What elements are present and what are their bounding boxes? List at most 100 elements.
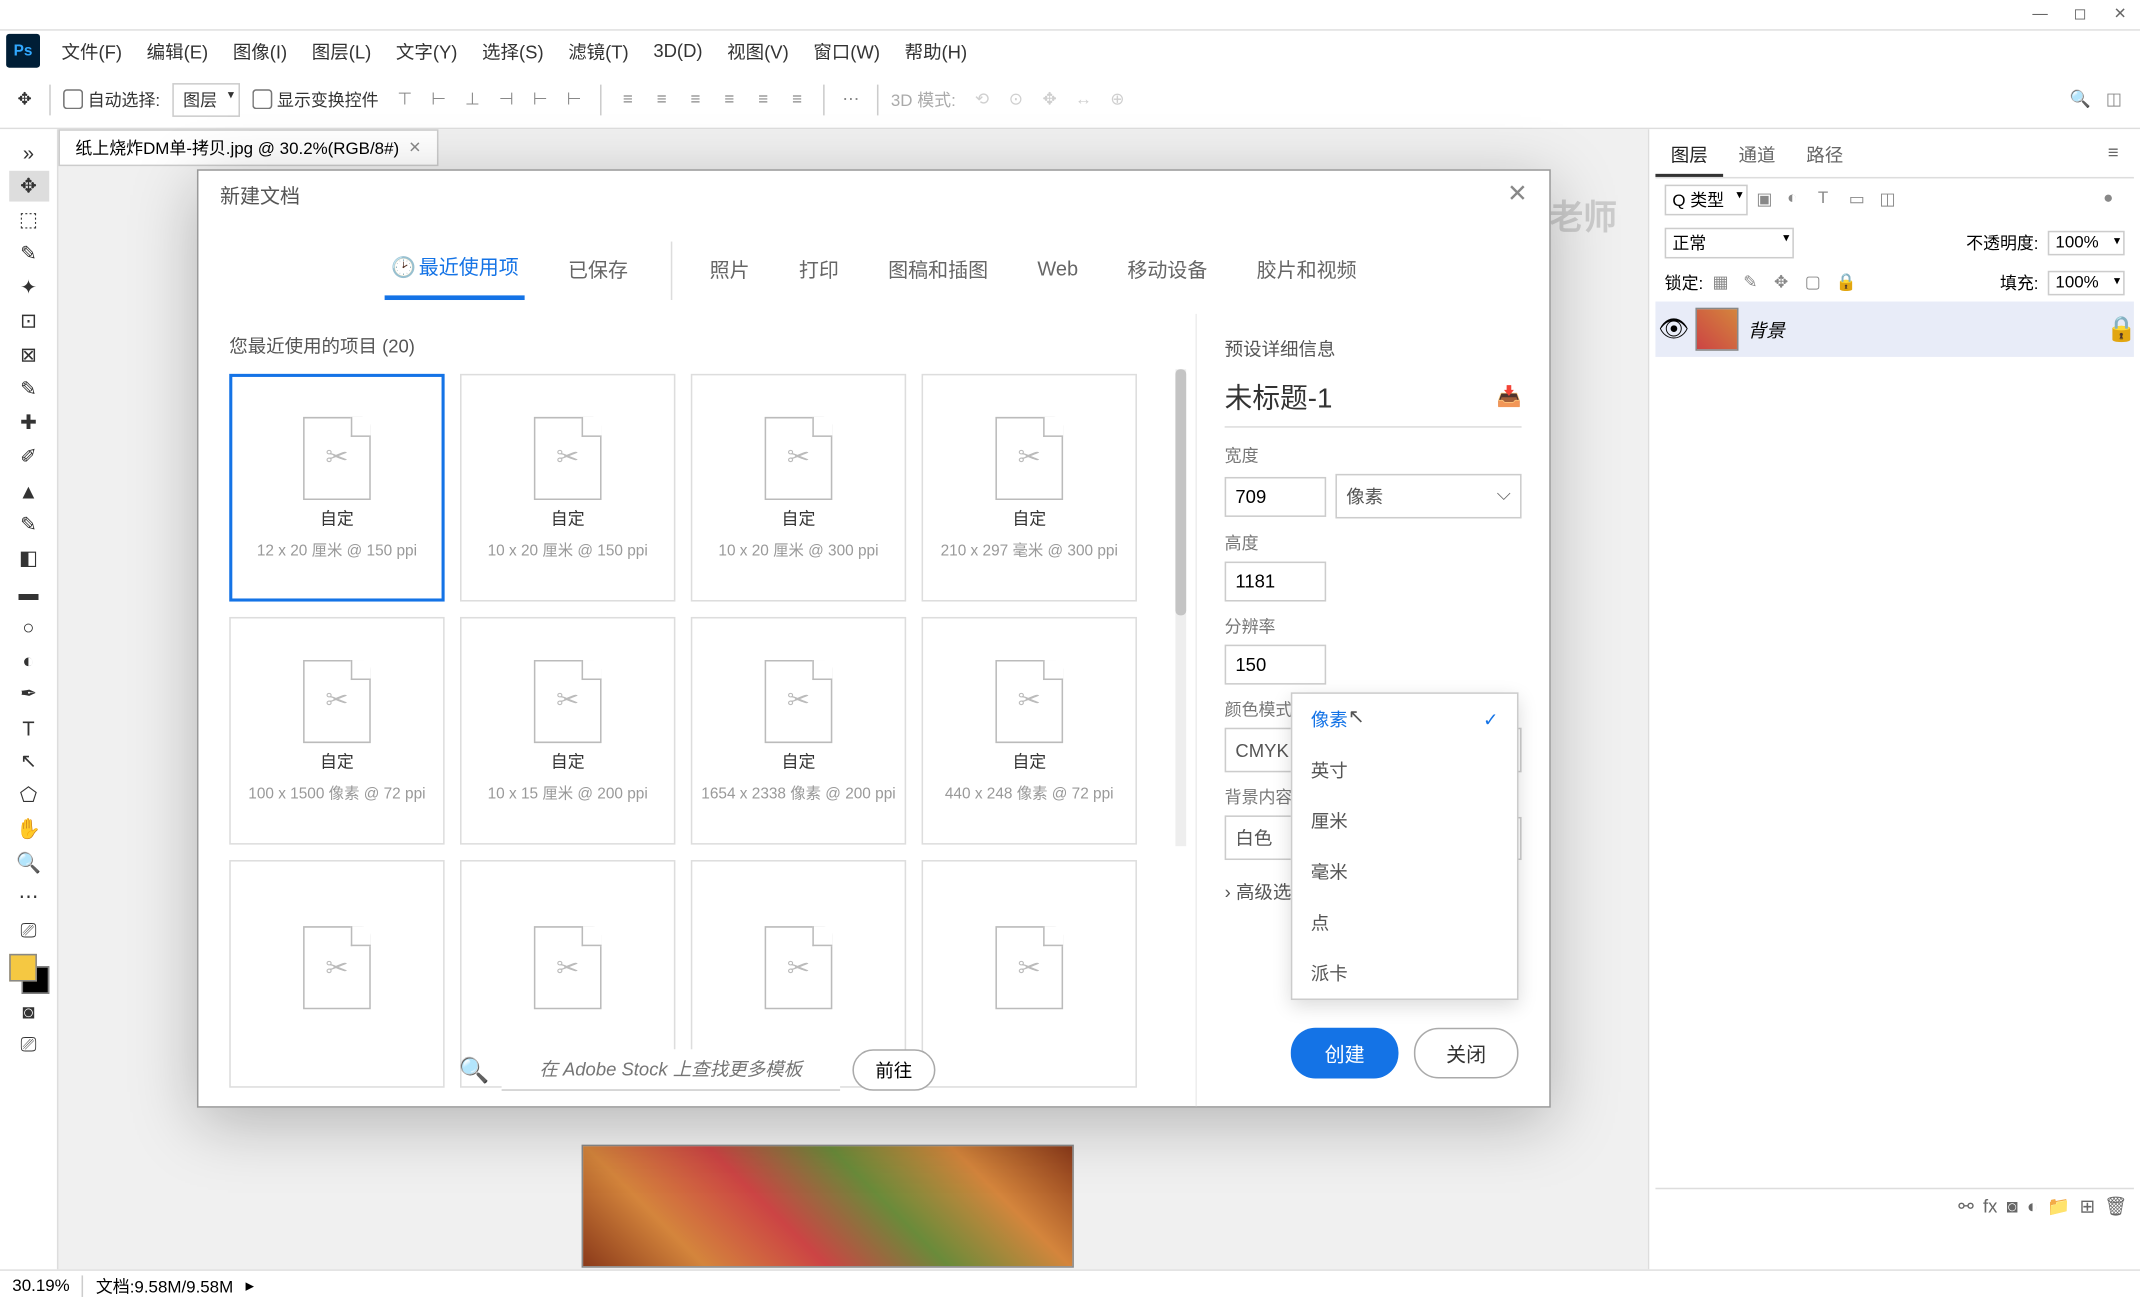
filter-toggle-icon[interactable]: ● — [2103, 189, 2125, 211]
zoom-tool[interactable]: 🔍 — [8, 848, 48, 879]
more-tools[interactable]: ⋯ — [8, 882, 48, 913]
preset-item[interactable]: ✂ 自定 440 x 248 像素 @ 72 ppi — [922, 617, 1137, 845]
create-button[interactable]: 创建 — [1291, 1028, 1399, 1079]
preset-item[interactable]: ✂ 自定 10 x 20 厘米 @ 150 ppi — [460, 374, 675, 602]
gradient-tool[interactable]: ▬ — [8, 577, 48, 608]
path-select-tool[interactable]: ↖ — [8, 746, 48, 777]
move-tool[interactable]: ✥ — [8, 171, 48, 202]
dodge-tool[interactable]: ◐ — [8, 645, 48, 676]
menu-image[interactable]: 图像(I) — [221, 31, 300, 71]
preset-item[interactable]: ✂ — [229, 860, 444, 1088]
unit-option-mm[interactable]: 毫米 — [1292, 846, 1517, 897]
unit-option-cm[interactable]: 厘米 — [1292, 795, 1517, 846]
menu-window[interactable]: 窗口(W) — [801, 31, 892, 71]
preset-item[interactable]: ✂ 自定 1654 x 2338 像素 @ 200 ppi — [691, 617, 906, 845]
adjustment-layer-icon[interactable]: ◐ — [2027, 1195, 2038, 1217]
preset-item[interactable]: ✂ 自定 10 x 20 厘米 @ 300 ppi — [691, 374, 906, 602]
dialog-tab-web[interactable]: Web — [1031, 242, 1084, 300]
opacity-input[interactable]: 100% — [2048, 231, 2125, 256]
distribute-left-icon[interactable]: ≡ — [715, 85, 743, 113]
distribute-top-icon[interactable]: ≡ — [614, 85, 642, 113]
filter-smart-icon[interactable]: ◫ — [1879, 189, 1901, 211]
panel-menu-icon[interactable]: ≡ — [2092, 135, 2134, 177]
zoom-level[interactable]: 30.19% — [12, 1276, 69, 1294]
layer-fx-icon[interactable]: fx — [1983, 1195, 1997, 1217]
align-top-icon[interactable]: ⊤ — [391, 85, 419, 113]
align-left-icon[interactable]: ⊣ — [492, 85, 520, 113]
filter-adjust-icon[interactable]: ◐ — [1787, 189, 1809, 211]
panel-tab-channels[interactable]: 通道 — [1723, 135, 1791, 177]
dialog-tab-recent[interactable]: 🕑最近使用项 — [385, 242, 525, 300]
align-hcenter-icon[interactable]: ⊢ — [526, 85, 554, 113]
link-layers-icon[interactable]: ⚯ — [1958, 1195, 1973, 1217]
menu-help[interactable]: 帮助(H) — [892, 31, 979, 71]
eraser-tool[interactable]: ◧ — [8, 543, 48, 574]
distribute-right-icon[interactable]: ≡ — [783, 85, 811, 113]
filter-image-icon[interactable]: ▣ — [1756, 189, 1778, 211]
width-unit-dropdown[interactable]: 像素 — [1335, 474, 1521, 519]
new-layer-icon[interactable]: ⊞ — [2080, 1195, 2095, 1217]
dialog-tab-film[interactable]: 胶片和视频 — [1250, 242, 1362, 300]
layer-filter-dropdown[interactable]: Q 类型 — [1665, 185, 1748, 216]
menu-edit[interactable]: 编辑(E) — [134, 31, 220, 71]
dialog-tab-art[interactable]: 图稿和插图 — [882, 242, 994, 300]
distribute-vcenter-icon[interactable]: ≡ — [648, 85, 676, 113]
menu-select[interactable]: 选择(S) — [470, 31, 556, 71]
healing-tool[interactable]: ✚ — [8, 408, 48, 439]
preset-item[interactable]: ✂ 自定 10 x 15 厘米 @ 200 ppi — [460, 617, 675, 845]
filter-shape-icon[interactable]: ▭ — [1849, 189, 1871, 211]
search-icon[interactable]: 🔍 — [2066, 85, 2094, 113]
document-tab[interactable]: 纸上烧炸DM单-拷贝.jpg @ 30.2%(RGB/8#) ✕ — [58, 129, 438, 166]
maximize-button[interactable]: ◻ — [2060, 0, 2100, 28]
frame-tool[interactable]: ⊠ — [8, 340, 48, 371]
lock-position-icon[interactable]: ✥ — [1774, 272, 1796, 294]
lock-transparency-icon[interactable]: ▦ — [1712, 272, 1734, 294]
autoselect-target-dropdown[interactable]: 图层 — [172, 82, 240, 116]
lock-all-icon[interactable]: 🔒 — [1836, 272, 1858, 294]
width-input[interactable] — [1225, 476, 1327, 516]
distribute-hcenter-icon[interactable]: ≡ — [749, 85, 777, 113]
unit-option-points[interactable]: 点 — [1292, 897, 1517, 948]
filter-type-icon[interactable]: T — [1818, 189, 1840, 211]
quick-select-tool[interactable]: ✦ — [8, 272, 48, 303]
align-right-icon[interactable]: ⊢ — [560, 85, 588, 113]
doc-size[interactable]: 文档:9.58M/9.58M — [96, 1273, 233, 1298]
resolution-input[interactable] — [1225, 645, 1327, 685]
stock-search-input[interactable] — [501, 1049, 839, 1091]
preset-scrollbar[interactable] — [1175, 369, 1186, 846]
edit-toolbar[interactable]: ⎚ — [8, 915, 48, 946]
menu-layer[interactable]: 图层(L) — [299, 31, 383, 71]
stock-go-button[interactable]: 前往 — [852, 1049, 935, 1091]
dialog-close-icon[interactable]: ✕ — [1507, 178, 1528, 209]
panel-tab-paths[interactable]: 路径 — [1791, 135, 1859, 177]
color-swatches[interactable] — [8, 954, 48, 994]
minimize-button[interactable]: — — [2020, 0, 2060, 28]
lock-pixels-icon[interactable]: ✎ — [1743, 272, 1765, 294]
panel-tab-layers[interactable]: 图层 — [1655, 135, 1723, 177]
dialog-tab-mobile[interactable]: 移动设备 — [1121, 242, 1213, 300]
screen-mode-tool[interactable]: ⎚ — [8, 1029, 48, 1060]
collapse-icon[interactable]: » — [8, 137, 48, 168]
workspace-icon[interactable]: ◫ — [2100, 85, 2128, 113]
marquee-tool[interactable]: ⬚ — [8, 205, 48, 236]
shape-tool[interactable]: ⬠ — [8, 780, 48, 811]
menu-filter[interactable]: 滤镜(T) — [556, 31, 641, 71]
align-bottom-icon[interactable]: ⊥ — [459, 85, 487, 113]
visibility-eye-icon[interactable]: 👁 — [1662, 317, 1687, 342]
unit-option-inches[interactable]: 英寸 — [1292, 745, 1517, 796]
dialog-tab-photo[interactable]: 照片 — [671, 242, 756, 300]
distribute-bottom-icon[interactable]: ≡ — [682, 85, 710, 113]
close-window-button[interactable]: ✕ — [2100, 0, 2140, 28]
layer-group-icon[interactable]: 📁 — [2047, 1195, 2070, 1217]
stamp-tool[interactable]: ▲ — [8, 475, 48, 506]
status-arrow-icon[interactable]: ▸ — [246, 1275, 255, 1295]
align-vcenter-icon[interactable]: ⊢ — [425, 85, 453, 113]
more-align-icon[interactable]: ⋯ — [837, 85, 865, 113]
preset-item[interactable]: ✂ 自定 100 x 1500 像素 @ 72 ppi — [229, 617, 444, 845]
pen-tool[interactable]: ✒ — [8, 678, 48, 709]
dialog-tab-saved[interactable]: 已保存 — [562, 242, 634, 300]
blend-mode-dropdown[interactable]: 正常 — [1665, 228, 1794, 259]
close-button[interactable]: 关闭 — [1414, 1028, 1519, 1079]
preset-item[interactable]: ✂ 自定 210 x 297 毫米 @ 300 ppi — [922, 374, 1137, 602]
eyedropper-tool[interactable]: ✎ — [8, 374, 48, 405]
